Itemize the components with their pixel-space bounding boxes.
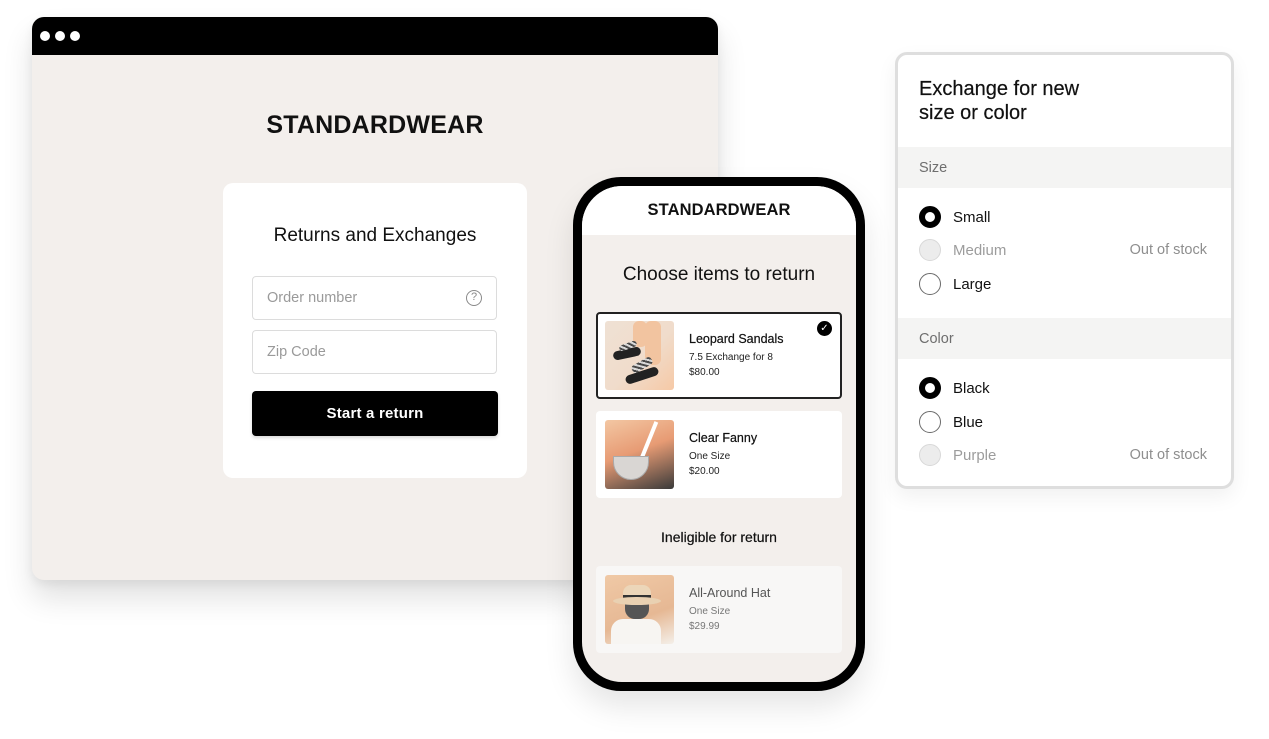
ineligible-section-title: Ineligible for return (661, 529, 777, 545)
ineligible-item-card: All-Around Hat One Size $29.99 (596, 566, 842, 653)
return-item-card[interactable]: Leopard Sandals 7.5 Exchange for 8 $80.0… (596, 312, 842, 399)
checkmark-icon[interactable]: ✓ (817, 321, 832, 336)
help-circle-icon[interactable]: ? (466, 290, 482, 306)
option-label: Large (953, 275, 992, 293)
browser-title-bar (32, 17, 718, 55)
radio-disabled-icon (919, 239, 941, 261)
window-control-dot[interactable] (55, 31, 65, 41)
color-option-purple: Purple Out of stock (919, 443, 1207, 467)
item-price: $29.99 (689, 620, 720, 632)
product-image-hat (605, 575, 674, 644)
radio-unchecked-icon[interactable] (919, 411, 941, 433)
size-option-large[interactable]: Large (919, 272, 1207, 296)
radio-disabled-icon (919, 444, 941, 466)
option-label: Blue (953, 413, 984, 431)
option-label: Medium (953, 241, 1007, 259)
order-number-placeholder: Order number (267, 290, 358, 306)
color-section-header: Color (898, 318, 1231, 359)
item-name: Leopard Sandals (689, 331, 784, 346)
return-item-card[interactable]: Clear Fanny One Size $20.00 (596, 411, 842, 498)
out-of-stock-label: Out of stock (1129, 447, 1207, 463)
size-option-medium: Medium Out of stock (919, 238, 1207, 262)
size-option-small[interactable]: Small (919, 205, 1207, 229)
exchange-options-panel: Exchange for new size or color Size Smal… (895, 52, 1234, 489)
size-section-header: Size (898, 147, 1231, 188)
option-label: Purple (953, 446, 997, 464)
mobile-page-title: Choose items to return (622, 264, 816, 285)
mobile-screen: STANDARDWEAR Choose items to return Leop… (582, 186, 856, 682)
radio-unchecked-icon[interactable] (919, 273, 941, 295)
zip-code-placeholder: Zip Code (267, 344, 326, 360)
radio-checked-icon[interactable] (919, 377, 941, 399)
item-name: Clear Fanny (689, 430, 758, 445)
zip-code-input[interactable]: Zip Code (252, 330, 497, 374)
order-number-input[interactable]: Order number ? (252, 276, 497, 320)
window-control-dot[interactable] (70, 31, 80, 41)
option-label: Black (953, 379, 990, 397)
option-label: Small (953, 208, 991, 226)
window-control-dot[interactable] (40, 31, 50, 41)
item-detail: One Size (689, 450, 731, 462)
item-detail: 7.5 Exchange for 8 (689, 351, 773, 363)
product-image-fanny-pack (605, 420, 674, 489)
item-name: All-Around Hat (689, 585, 771, 600)
color-option-blue[interactable]: Blue (919, 410, 1207, 434)
radio-checked-icon[interactable] (919, 206, 941, 228)
exchange-title: Exchange for new size or color (919, 78, 1080, 124)
item-detail: One Size (689, 605, 731, 617)
brand-logo: STANDARDWEAR (266, 111, 484, 139)
mobile-phone-frame: STANDARDWEAR Choose items to return Leop… (573, 177, 865, 691)
item-price: $20.00 (689, 465, 720, 477)
start-return-button[interactable]: Start a return (252, 391, 498, 436)
mobile-brand-logo: STANDARDWEAR (582, 186, 856, 235)
out-of-stock-label: Out of stock (1129, 242, 1207, 258)
returns-form-card: Returns and Exchanges Order number ? Zip… (223, 183, 527, 478)
color-option-black[interactable]: Black (919, 376, 1207, 400)
item-price: $80.00 (689, 366, 720, 378)
form-title: Returns and Exchanges (273, 225, 477, 246)
product-image-sandals (605, 321, 674, 390)
